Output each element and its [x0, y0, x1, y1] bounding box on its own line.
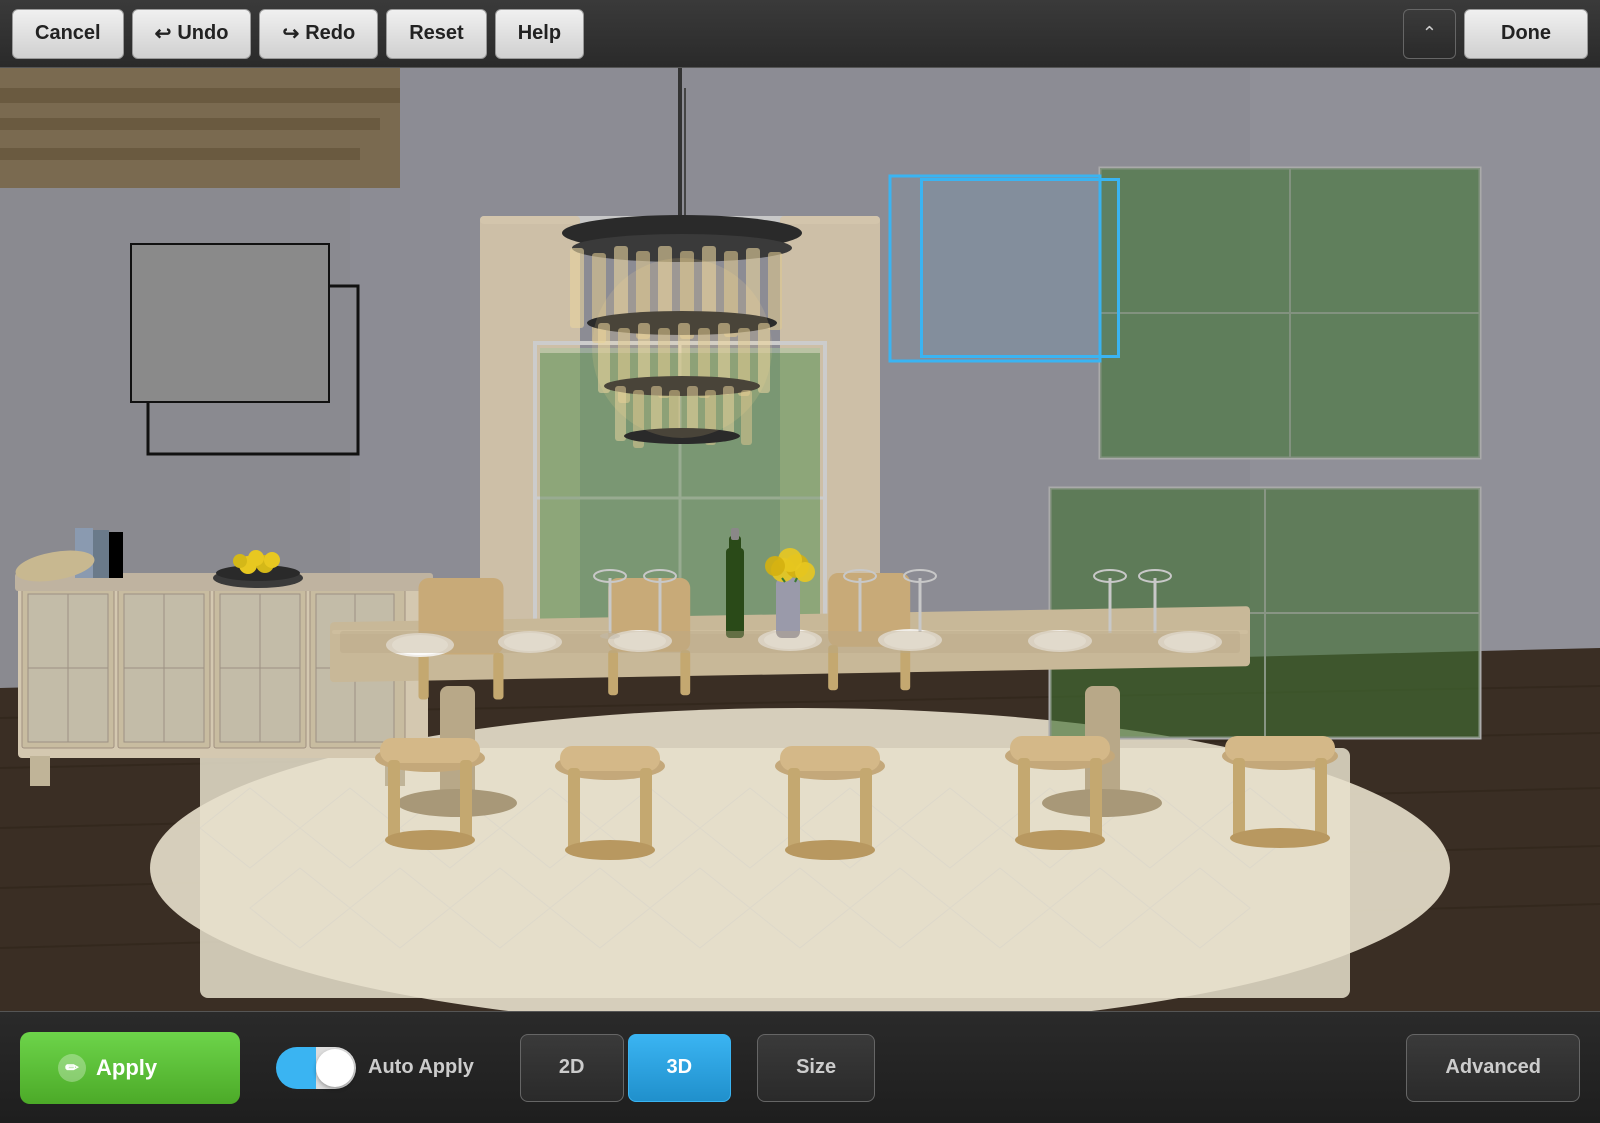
size-button[interactable]: Size [757, 1034, 875, 1102]
scene-area[interactable] [0, 68, 1600, 1011]
undo-icon [155, 21, 172, 46]
auto-apply-toggle[interactable] [276, 1047, 356, 1089]
toggle-knob [316, 1049, 354, 1087]
advanced-button[interactable]: Advanced [1406, 1034, 1580, 1102]
apply-button[interactable]: ✏ Apply [20, 1032, 240, 1104]
view-2d-button[interactable]: 2D [520, 1034, 624, 1102]
paint-brush-icon: ✏ [58, 1054, 86, 1082]
selection-rectangle[interactable] [920, 178, 1120, 358]
undo-button[interactable]: Undo [132, 9, 252, 59]
chevron-up-icon: ⌃ [1422, 23, 1437, 44]
done-button[interactable]: Done [1464, 9, 1588, 59]
redo-button[interactable]: Redo [259, 9, 378, 59]
reset-button[interactable]: Reset [386, 9, 486, 59]
cancel-button[interactable]: Cancel [12, 9, 124, 59]
collapse-button[interactable]: ⌃ [1403, 9, 1456, 59]
bottom-toolbar: ✏ Apply Auto Apply 2D 3D Size Advanced [0, 1011, 1600, 1123]
art-frame [130, 243, 330, 403]
auto-apply-label: Auto Apply [368, 1056, 474, 1079]
auto-apply-container: Auto Apply [276, 1047, 474, 1089]
view-mode-group: 2D 3D [520, 1034, 731, 1102]
help-button[interactable]: Help [495, 9, 584, 59]
view-3d-button[interactable]: 3D [628, 1034, 732, 1102]
redo-icon [282, 21, 299, 46]
top-toolbar: Cancel Undo Redo Reset Help ⌃ Done [0, 0, 1600, 68]
